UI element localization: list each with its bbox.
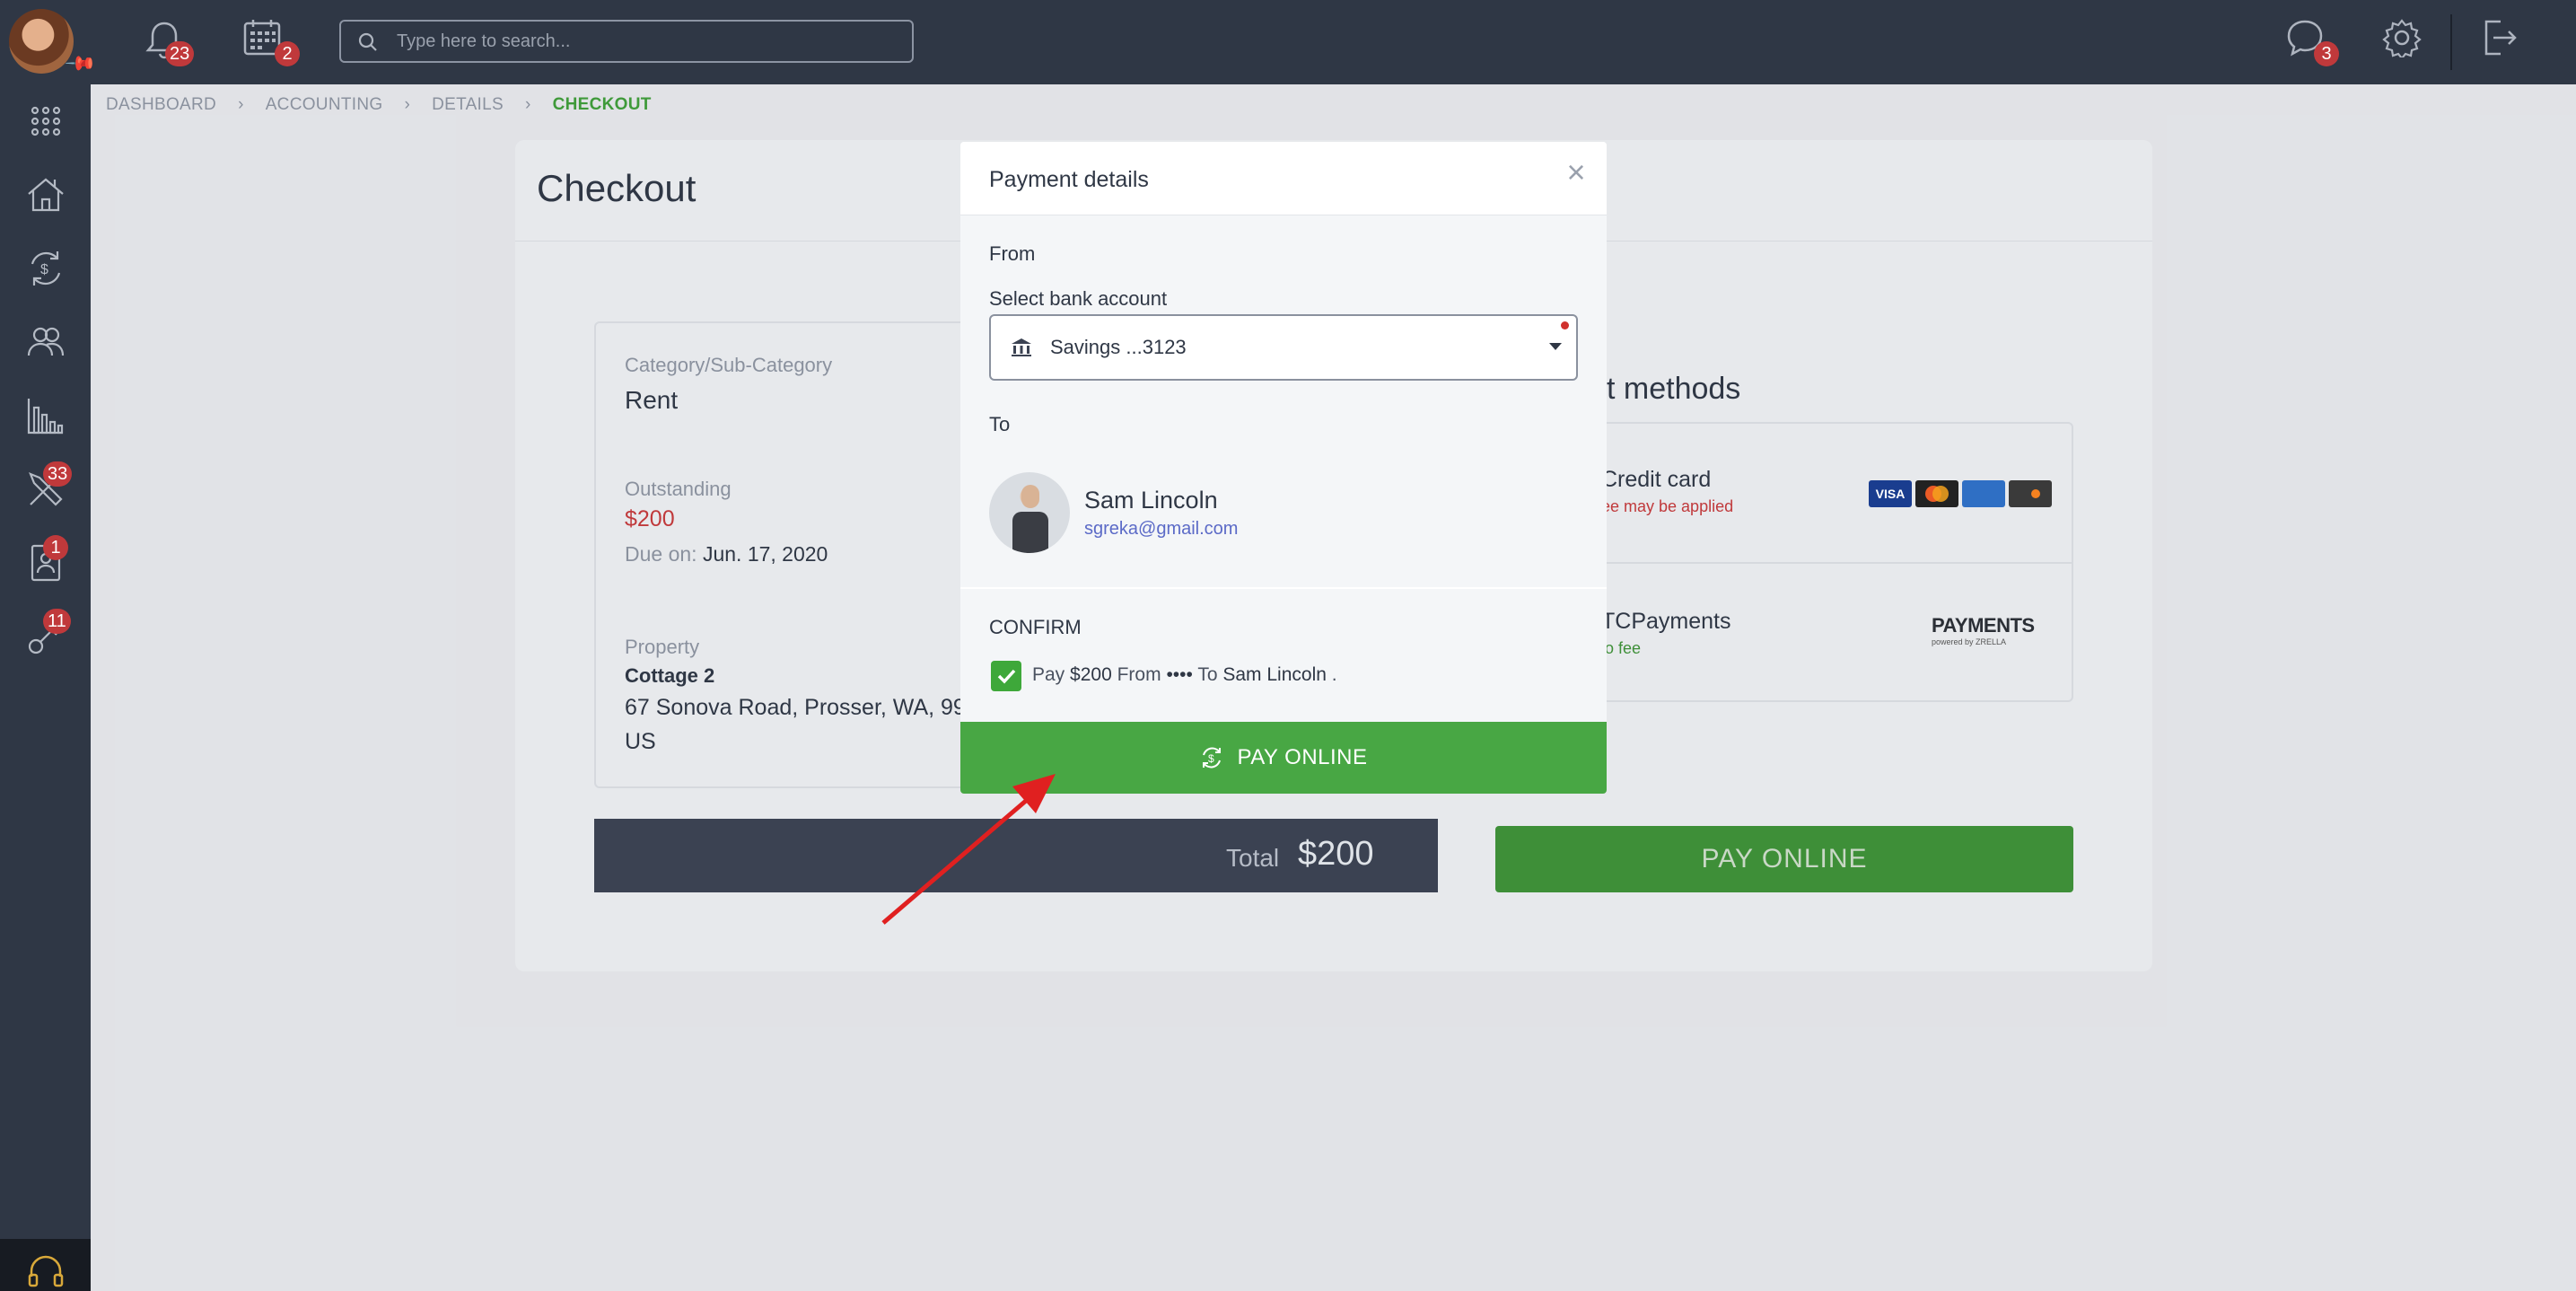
payment-details-modal: Payment details × From Select bank accou… <box>960 142 1607 794</box>
visa-icon: VISA <box>1869 480 1912 507</box>
outstanding-label: Outstanding <box>625 478 732 500</box>
modal-title: Payment details <box>989 167 1149 192</box>
recipient-avatar <box>989 472 1070 553</box>
tools-badge: 33 <box>43 461 73 487</box>
avatar-head <box>1021 485 1039 508</box>
payments-logo-text: PAYMENTS <box>1932 614 2035 637</box>
messages-icon[interactable]: 3 <box>2285 18 2339 66</box>
property-country: US <box>625 729 656 754</box>
people-icon[interactable] <box>0 305 91 379</box>
headset-icon <box>28 1255 63 1287</box>
payments-logo: PAYMENTS powered by ZRELLA <box>1932 614 2050 646</box>
due-date: Due on: Jun. 17, 2020 <box>625 542 828 566</box>
select-bank-label: Select bank account <box>989 287 1168 310</box>
topbar-divider <box>2450 14 2452 70</box>
support-button[interactable] <box>0 1239 91 1291</box>
due-label: Due on: <box>625 542 697 566</box>
to-label: To <box>989 413 1011 435</box>
pay-online-label: PAY ONLINE <box>1237 745 1368 769</box>
payments-logo-sub: powered by ZRELLA <box>1932 637 2007 646</box>
svg-text:$: $ <box>40 262 48 277</box>
method-credit-card[interactable]: Credit card <box>1601 467 1711 493</box>
property-label: Property <box>625 636 700 658</box>
confirm-text: Pay $200 From •••• To Sam Lincoln . <box>1032 664 1337 686</box>
calendar-icon[interactable]: 2 <box>242 18 300 66</box>
gear-icon[interactable] <box>2382 18 2431 66</box>
money-exchange-icon[interactable]: $ <box>0 232 91 305</box>
annotation-arrow-icon <box>881 774 1056 925</box>
card-logos: VISA <box>1869 480 2052 507</box>
method-tcpayments-note: lo fee <box>1601 639 1642 657</box>
category-label: Category/Sub-Category <box>625 354 833 376</box>
tenant-card-icon[interactable]: 1 <box>0 526 91 600</box>
total-value: $200 <box>1298 835 1374 873</box>
pay-cycle-icon: $ <box>1203 747 1222 768</box>
due-value: Jun. 17, 2020 <box>702 542 828 566</box>
from-label: From <box>989 242 1036 265</box>
confirm-checkbox[interactable] <box>991 661 1021 691</box>
discover-icon <box>2009 480 2052 507</box>
method-tcpayments[interactable]: TCPayments <box>1601 609 1730 635</box>
mastercard-icon <box>1915 480 1958 507</box>
checkmark-icon <box>997 669 1016 684</box>
close-icon[interactable]: × <box>1558 154 1594 190</box>
selected-account: Savings ...3123 <box>1050 336 1187 358</box>
key-icon[interactable]: 11 <box>0 600 91 673</box>
svg-text:$: $ <box>1208 752 1214 765</box>
sidebar: $ 33 1 11 <box>0 84 91 1291</box>
method-credit-card-note: ee may be applied <box>1601 497 1734 515</box>
search-input[interactable] <box>397 29 899 54</box>
chevron-right-icon: › <box>238 95 244 114</box>
total-label: Total <box>1226 844 1280 872</box>
breadcrumb-accounting[interactable]: ACCOUNTING <box>266 95 383 115</box>
chevron-right-icon: › <box>404 95 411 114</box>
recipient-name: Sam Lincoln <box>1084 487 1218 514</box>
chevron-right-icon: › <box>524 95 531 114</box>
outstanding-value: $200 <box>625 506 675 531</box>
notifications-badge: 23 <box>165 41 195 66</box>
payment-methods-title: t methods <box>1607 372 1741 406</box>
required-dot <box>1561 321 1569 329</box>
recipient-email[interactable]: sgreka@gmail.com <box>1084 519 1238 540</box>
tenant-badge: 1 <box>43 535 68 560</box>
search-icon <box>358 32 377 51</box>
confirm-amount: $200 <box>1070 664 1112 685</box>
breadcrumb-dashboard[interactable]: DASHBOARD <box>106 95 216 115</box>
pay-online-button-background[interactable]: PAY ONLINE <box>1495 826 2073 892</box>
modal-divider <box>960 587 1607 589</box>
breadcrumb: DASHBOARD › ACCOUNTING › DETAILS › CHECK… <box>106 95 652 115</box>
bank-account-select[interactable]: Savings ...3123 <box>989 314 1578 381</box>
apps-grid-icon[interactable] <box>0 84 91 158</box>
modal-header: Payment details × <box>960 142 1607 215</box>
breadcrumb-details[interactable]: DETAILS <box>432 95 504 115</box>
tools-icon[interactable]: 33 <box>0 452 91 526</box>
calendar-badge: 2 <box>275 41 300 66</box>
top-bar: 📌 23 2 3 <box>0 0 2576 84</box>
amex-icon <box>1962 480 2005 507</box>
confirm-period: . <box>1331 664 1337 685</box>
house-icon[interactable] <box>0 158 91 232</box>
messages-badge: 3 <box>2314 41 2339 66</box>
confirm-recipient: Sam Lincoln <box>1222 664 1327 685</box>
bank-icon <box>1012 338 1031 356</box>
category-value: Rent <box>625 386 679 414</box>
logout-icon[interactable] <box>2479 18 2528 66</box>
page-title: Checkout <box>537 167 697 209</box>
notifications-bell-icon[interactable]: 23 <box>144 18 195 66</box>
avatar-suit <box>1012 512 1048 553</box>
confirm-from-word: From <box>1117 664 1161 685</box>
breadcrumb-checkout: CHECKOUT <box>552 95 652 114</box>
confirm-to-word: To <box>1197 664 1218 685</box>
keys-badge: 11 <box>43 609 71 634</box>
bar-chart-icon[interactable] <box>0 379 91 452</box>
chevron-down-icon[interactable] <box>1549 343 1562 350</box>
search-box[interactable] <box>339 20 914 63</box>
confirm-pay-word: Pay <box>1032 664 1065 685</box>
confirm-masked-account: •••• <box>1166 664 1193 685</box>
confirm-label: CONFIRM <box>989 616 1082 638</box>
property-address: 67 Sonova Road, Prosser, WA, 99 <box>625 695 966 720</box>
property-name: Cottage 2 <box>625 664 715 687</box>
